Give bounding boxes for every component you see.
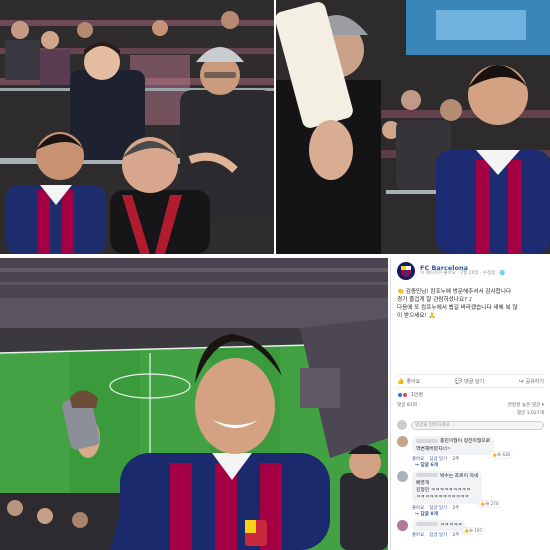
comment-text: ㅋㅋㅋㅋㅋㅋㅋㅋㅋㅋㅋㅋ — [416, 495, 469, 501]
comment-bubble: ㅋㅋㅋㅋㅋ 👍😆 197 — [412, 519, 485, 534]
reactions-summary[interactable]: 1만명 — [391, 388, 550, 401]
love-reaction-icon — [402, 391, 408, 398]
comment-time: 2주 — [452, 456, 460, 462]
post-body: 👏 김종민님! 캄프누에 방문해주셔서 감사합니다 경기 즐겁게 잘 관람하셨나… — [391, 282, 550, 324]
comment-reaction-badge[interactable]: 👍😆 197 — [462, 527, 485, 534]
post-meta-text: 이 페이지가 좋아요 · 2월 26일 · 수정됨 · — [420, 271, 500, 277]
commenter-avatar[interactable] — [397, 470, 408, 482]
comment-reply-link[interactable]: 답글 달기 — [430, 506, 448, 511]
comment-text: 김정민 ㅋㅋㅋㅋㅋㅋㅋㅋㅋ — [416, 488, 471, 494]
camp-nou-scene — [0, 258, 388, 550]
comment-bubble: 종민이형이 정전이형으로 역변해버렸자너~ 👍😆 636 — [412, 436, 513, 458]
comment-like-link[interactable]: 좋아요 — [412, 533, 424, 538]
comment-bubble-icon: 💬 — [454, 377, 463, 385]
blurred-name — [416, 473, 438, 478]
comment-input-row: 댓글을 입력하세요... — [391, 417, 550, 433]
comment-reaction-count: 274 — [490, 500, 499, 506]
blurred-name — [416, 522, 438, 527]
user-avatar — [397, 420, 407, 431]
comment-item: ㅋㅋㅋㅋㅋ 👍😆 197 — [391, 517, 550, 534]
comments-meta-row: 댓글 81회 관련성 높은 댓글 ▾ — [391, 401, 550, 409]
comment-bubble: 박수는 흐르이 자네 배영개 김정민 ㅋㅋㅋㅋㅋㅋㅋㅋㅋ ㅋㅋㅋㅋㅋㅋㅋㅋㅋㅋㅋ… — [412, 470, 501, 507]
globe-icon: 🌐 — [499, 271, 506, 277]
post-line: 이 받으세요! 🙏 — [397, 313, 436, 320]
comment-reaction-badge[interactable]: 👍😆 636 — [490, 451, 513, 458]
post-line: 경기 즐겁게 잘 관람하셨나요? ♪ — [397, 297, 473, 304]
shares-row: 댓글 1,027개 — [391, 409, 550, 417]
comment-item: 박수는 흐르이 자네 배영개 김정민 ㅋㅋㅋㅋㅋㅋㅋㅋㅋ ㅋㅋㅋㅋㅋㅋㅋㅋㅋㅋㅋ… — [391, 468, 550, 507]
comment-time: 2주 — [452, 505, 460, 511]
commenter-avatar[interactable] — [397, 519, 408, 531]
post-header: FC Barcelona 이 페이지가 좋아요 · 2월 26일 · 수정됨 ·… — [391, 258, 550, 282]
post-header-text: FC Barcelona 이 페이지가 좋아요 · 2월 26일 · 수정됨 ·… — [420, 265, 505, 277]
comment-time: 2주 — [452, 532, 460, 538]
comment-text: 박수는 흐르이 자네 — [440, 473, 479, 479]
share-label: 공유하기 — [525, 378, 544, 385]
facebook-post-panel: FC Barcelona 이 페이지가 좋아요 · 2월 26일 · 수정됨 ·… — [390, 258, 550, 550]
photo-camp-nou — [0, 258, 388, 550]
comment-text: ㅋㅋㅋㅋㅋ — [440, 522, 463, 528]
post-actions-bar: 👍 좋아요 💬 댓글 달기 ↪ 공유하기 — [397, 374, 544, 389]
barca-crest-icon — [401, 266, 411, 277]
comment-text: 종민이형이 정전이형으로 — [440, 439, 491, 445]
commenter-avatar[interactable] — [397, 436, 408, 448]
comment-label: 댓글 달기 — [464, 378, 485, 385]
photo-stands-right — [276, 0, 550, 254]
comment-item: 종민이형이 정전이형으로 역변해버렸자너~ 👍😆 636 — [391, 433, 550, 458]
post-line: 👏 김종민님! 캄프누에 방문해주셔서 감사합니다 — [397, 289, 512, 295]
post-line: 다음에 또 캄프누에서 뵙길 바라겠습니다 새해 복 많 — [397, 305, 518, 312]
stands-scene-right — [276, 0, 550, 254]
stands-scene-left — [0, 0, 274, 254]
shares-count[interactable]: 댓글 1,027개 — [517, 410, 544, 416]
post-meta: 이 페이지가 좋아요 · 2월 26일 · 수정됨 · 🌐 — [420, 271, 506, 277]
comment-button[interactable]: 💬 댓글 달기 — [455, 378, 484, 385]
comment-text: 배영개 — [416, 481, 430, 486]
photo-stands-left — [0, 0, 274, 254]
comment-reaction-badge[interactable]: 👍😆 274 — [478, 500, 501, 507]
share-arrow-icon: ↪ — [518, 377, 524, 385]
comment-input[interactable]: 댓글을 입력하세요... — [411, 420, 544, 430]
blurred-name — [416, 438, 438, 443]
comment-reaction-count: 197 — [474, 527, 483, 533]
comments-count[interactable]: 댓글 81회 — [397, 402, 417, 408]
page-avatar[interactable] — [397, 262, 415, 280]
reaction-count: 1만명 — [411, 393, 423, 399]
share-button[interactable]: ↪ 공유하기 — [519, 378, 544, 385]
comment-reply-link[interactable]: 답글 달기 — [430, 533, 448, 538]
comment-like-link[interactable]: 좋아요 — [412, 506, 424, 511]
thumbs-up-icon: 👍 — [397, 377, 405, 385]
comment-sort-dropdown[interactable]: 관련성 높은 댓글 ▾ — [508, 402, 544, 408]
like-button[interactable]: 👍 좋아요 — [397, 378, 420, 385]
like-label: 좋아요 — [406, 378, 421, 385]
comment-reaction-count: 636 — [502, 451, 511, 457]
comment-text: 역변해버렸자너~ — [416, 446, 451, 452]
post-spacer — [391, 324, 550, 374]
